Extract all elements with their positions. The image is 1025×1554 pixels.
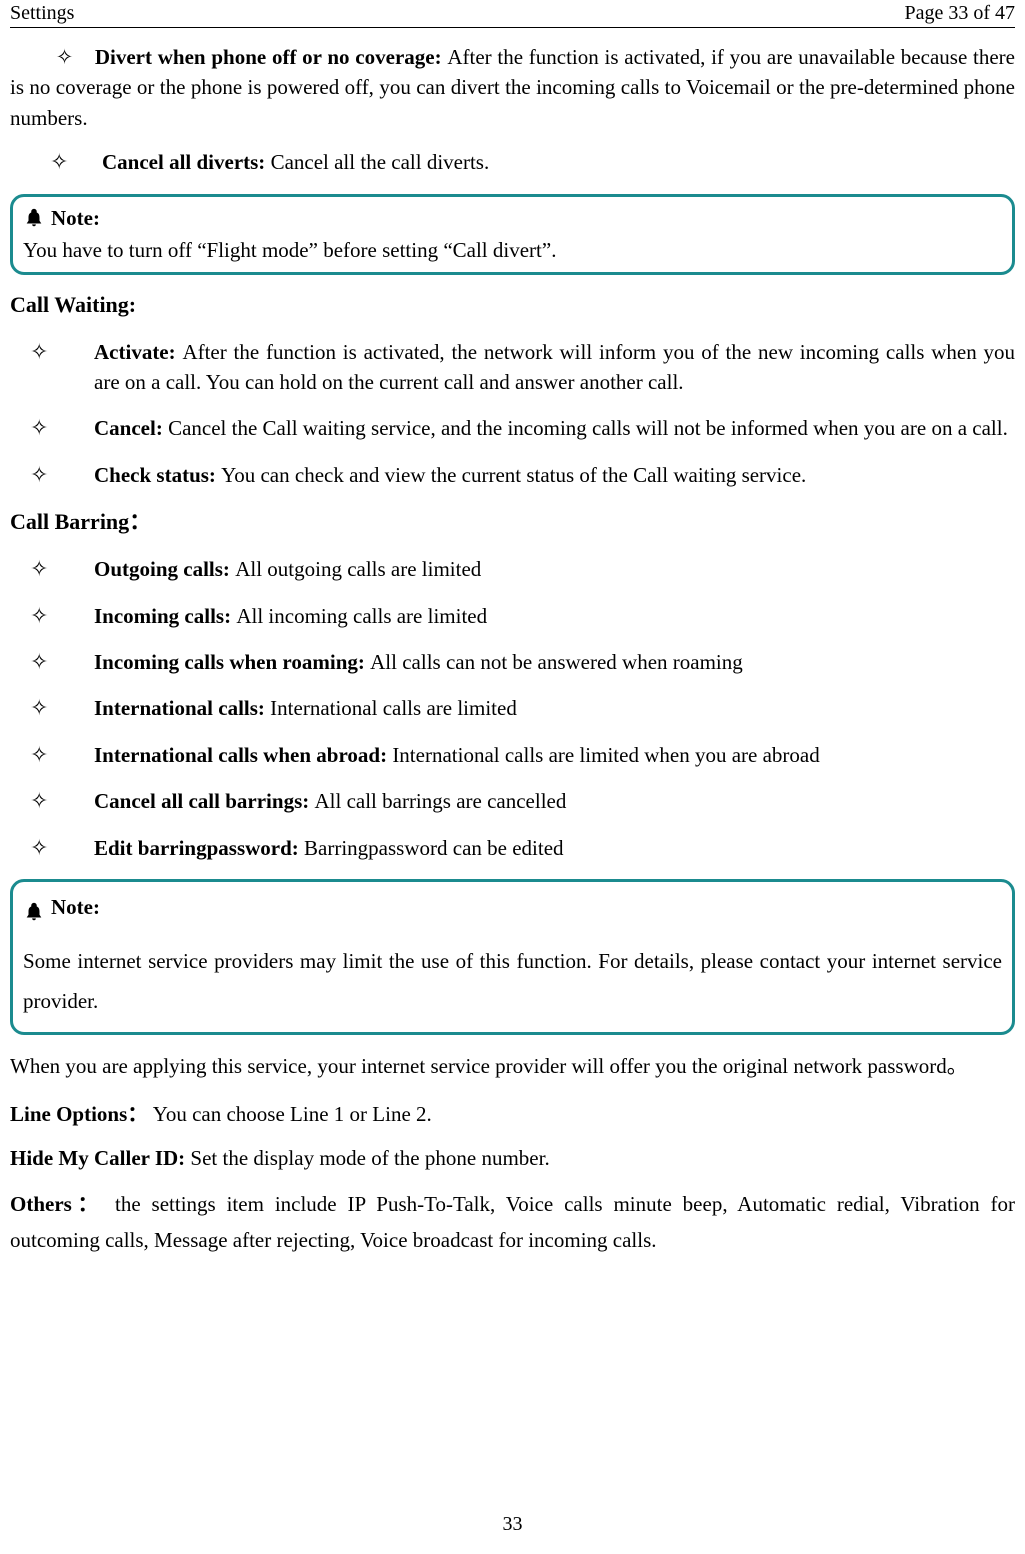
item-label: Incoming calls: (94, 604, 236, 628)
call-waiting-heading: Call Waiting: (10, 289, 1015, 321)
cancel-diverts-label: Cancel all diverts: (102, 150, 271, 174)
diamond-icon: ✧ (30, 740, 94, 766)
hide-caller-paragraph: Hide My Caller ID: Set the display mode … (10, 1143, 1015, 1173)
diamond-icon: ✧ (30, 601, 94, 627)
item-text: Barringpassword can be edited (304, 836, 564, 860)
others-text: the settings item include IP Push-To-Tal… (10, 1192, 1015, 1252)
diamond-icon: ✧ (30, 786, 94, 812)
hide-caller-text: Set the display mode of the phone number… (190, 1146, 549, 1170)
divert-off-label: Divert when phone off or no coverage: (95, 45, 447, 69)
note-text: You have to turn off “Flight mode” befor… (23, 235, 1002, 265)
call-barring-item: ✧Incoming calls: All incoming calls are … (10, 601, 1015, 631)
note-heading: Note: (23, 203, 1002, 233)
item-text: After the function is activated, the net… (94, 340, 1015, 394)
diamond-icon: ✧ (30, 693, 94, 719)
diamond-icon: ✧ (30, 554, 94, 580)
cancel-diverts-text: Cancel all the call diverts. (271, 150, 490, 174)
diamond-icon: ✧ (30, 833, 94, 859)
call-waiting-check: ✧ Check status: You can check and view t… (10, 460, 1015, 490)
diamond-icon: ✧ (50, 147, 102, 173)
item-label: Edit barringpassword: (94, 836, 304, 860)
call-waiting-activate: ✧ Activate: After the function is activa… (10, 337, 1015, 398)
call-barring-item: ✧Incoming calls when roaming: All calls … (10, 647, 1015, 677)
call-barring-item: ✧Edit barringpassword: Barringpassword c… (10, 833, 1015, 863)
call-barring-item: ✧Outgoing calls: All outgoing calls are … (10, 554, 1015, 584)
call-barring-item: ✧International calls: International call… (10, 693, 1015, 723)
item-label: Cancel all call barrings: (94, 789, 314, 813)
item-label: Activate: (94, 340, 182, 364)
item-text: All outgoing calls are limited (235, 557, 481, 581)
note-label: Note: (51, 888, 100, 928)
item-text: International calls are limited (270, 696, 517, 720)
hide-caller-label: Hide My Caller ID: (10, 1146, 190, 1170)
call-barring-item: ✧International calls when abroad: Intern… (10, 740, 1015, 770)
item-label: International calls: (94, 696, 270, 720)
note-box-flight-mode: Note: You have to turn off “Flight mode”… (10, 194, 1015, 275)
call-waiting-cancel: ✧ Cancel: Cancel the Call waiting servic… (10, 413, 1015, 443)
applying-paragraph: When you are applying this service, your… (10, 1049, 1015, 1085)
line-options-paragraph: Line Options： You can choose Line 1 or L… (10, 1099, 1015, 1129)
divert-off-paragraph: ✧ Divert when phone off or no coverage: … (10, 42, 1015, 133)
header-title: Settings (10, 2, 74, 25)
diamond-icon: ✧ (30, 647, 94, 673)
diamond-icon: ✧ (30, 413, 94, 439)
note-text: Some internet service providers may limi… (23, 942, 1002, 1022)
others-label: Others： (10, 1192, 104, 1216)
note-box-isp: Note: Some internet service providers ma… (10, 879, 1015, 1035)
page-header: Settings Page 33 of 47 (10, 0, 1015, 28)
cancel-diverts-item: ✧ Cancel all diverts: Cancel all the cal… (10, 147, 1015, 177)
item-text: You can check and view the current statu… (221, 463, 806, 487)
call-barring-heading: Call Barring： (10, 506, 1015, 538)
bell-icon (23, 897, 45, 919)
call-barring-item: ✧Cancel all call barrings: All call barr… (10, 786, 1015, 816)
page-footer: 33 (0, 1513, 1025, 1536)
call-barring-list: ✧Outgoing calls: All outgoing calls are … (10, 554, 1015, 863)
item-label: Outgoing calls: (94, 557, 235, 581)
item-text: All call barrings are cancelled (314, 789, 566, 813)
item-label: Check status: (94, 463, 221, 487)
line-options-text: You can choose Line 1 or Line 2. (153, 1102, 432, 1126)
page-number: 33 (503, 1513, 523, 1535)
diamond-icon: ✧ (56, 42, 89, 72)
item-text: All incoming calls are limited (236, 604, 487, 628)
item-text: All calls can not be answered when roami… (370, 650, 743, 674)
header-page-indicator: Page 33 of 47 (904, 2, 1015, 25)
others-paragraph: Others： the settings item include IP Pus… (10, 1187, 1015, 1258)
item-text: International calls are limited when you… (392, 743, 819, 767)
item-label: International calls when abroad: (94, 743, 392, 767)
page-content: ✧ Divert when phone off or no coverage: … (10, 42, 1015, 1259)
document-page: Settings Page 33 of 47 ✧ Divert when pho… (0, 0, 1025, 1554)
item-label: Cancel: (94, 416, 168, 440)
diamond-icon: ✧ (30, 337, 94, 363)
diamond-icon: ✧ (30, 460, 94, 486)
note-heading: Note: (23, 888, 1002, 928)
line-options-label: Line Options： (10, 1102, 148, 1126)
item-text: Cancel the Call waiting service, and the… (168, 416, 1008, 440)
note-label: Note: (51, 203, 100, 233)
item-label: Incoming calls when roaming: (94, 650, 370, 674)
bell-icon (23, 207, 45, 229)
